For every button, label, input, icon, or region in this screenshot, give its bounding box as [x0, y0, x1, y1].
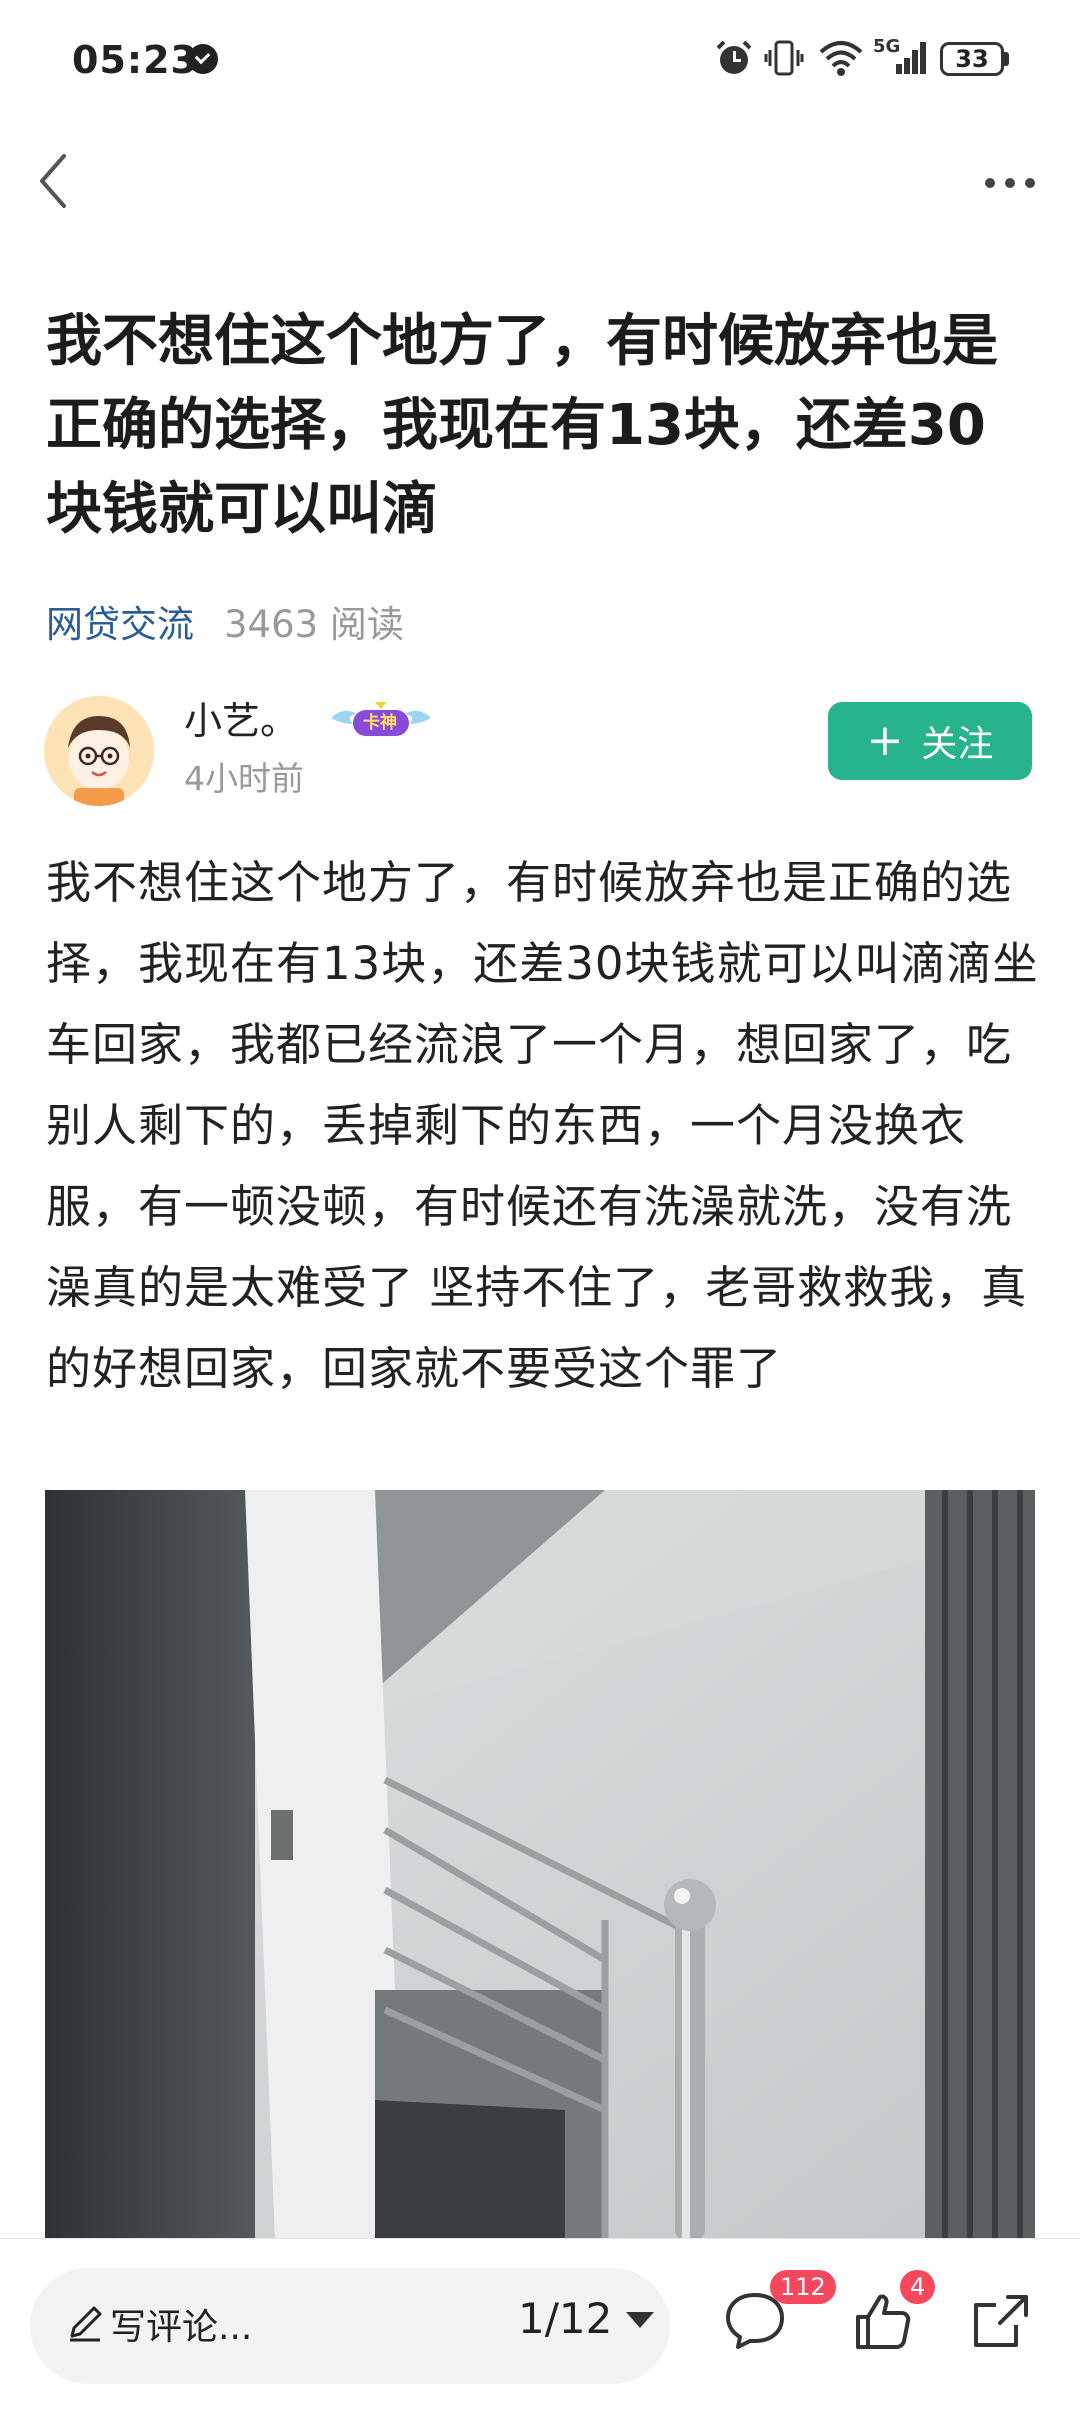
- more-dots-icon: [985, 178, 995, 188]
- shield-check-icon: [188, 44, 218, 74]
- post-body: 我不想住这个地方了，有时候放弃也是正确的选择，我现在有13块，还差30块钱就可以…: [46, 856, 1039, 1395]
- follow-button[interactable]: + 关注: [828, 702, 1032, 780]
- avatar[interactable]: [44, 696, 154, 806]
- signal-icon: [896, 42, 926, 74]
- author-name[interactable]: 小艺。: [184, 690, 298, 745]
- read-count: 3463 阅读: [224, 603, 404, 646]
- share-icon[interactable]: [966, 2285, 1036, 2355]
- plus-icon: +: [866, 715, 904, 766]
- post-title: 我不想住这个地方了，有时候放弃也是正确的选择，我现在有13块，还差30块钱就可以…: [46, 309, 998, 542]
- follow-label: 关注: [921, 724, 994, 765]
- vibrate-icon: [764, 40, 804, 76]
- post-photo[interactable]: [45, 1490, 1035, 2240]
- badge-label: 卡神: [363, 713, 397, 733]
- avatar-illustration: [44, 696, 154, 806]
- battery-tip: [1004, 52, 1009, 66]
- pen-icon: [70, 2306, 102, 2342]
- post-meta: 网贷交流 3463 阅读: [46, 594, 404, 648]
- comment-placeholder: 写评论...: [110, 2307, 253, 2348]
- caret-down-icon[interactable]: [626, 2312, 654, 2328]
- author-level-badge: 卡神: [325, 698, 437, 742]
- more-dot: [1025, 178, 1035, 188]
- like-count-badge: 4: [900, 2270, 936, 2304]
- alarm-icon: [716, 40, 752, 74]
- status-time: 05:23: [72, 38, 198, 82]
- battery-icon: 33: [940, 42, 1004, 76]
- post-time: 4小时前: [184, 759, 304, 798]
- stairwell-photo: [45, 1490, 1035, 2240]
- wifi-icon: [819, 41, 863, 76]
- more-button[interactable]: [975, 158, 1045, 208]
- topic-tag-link[interactable]: 网贷交流: [46, 603, 194, 646]
- back-button[interactable]: [30, 150, 90, 212]
- status-bar: 05:23 5G 33: [0, 0, 1080, 130]
- more-dot: [1005, 178, 1015, 188]
- image-pager[interactable]: 1/12: [518, 2294, 612, 2343]
- comment-count-badge: 112: [770, 2270, 836, 2304]
